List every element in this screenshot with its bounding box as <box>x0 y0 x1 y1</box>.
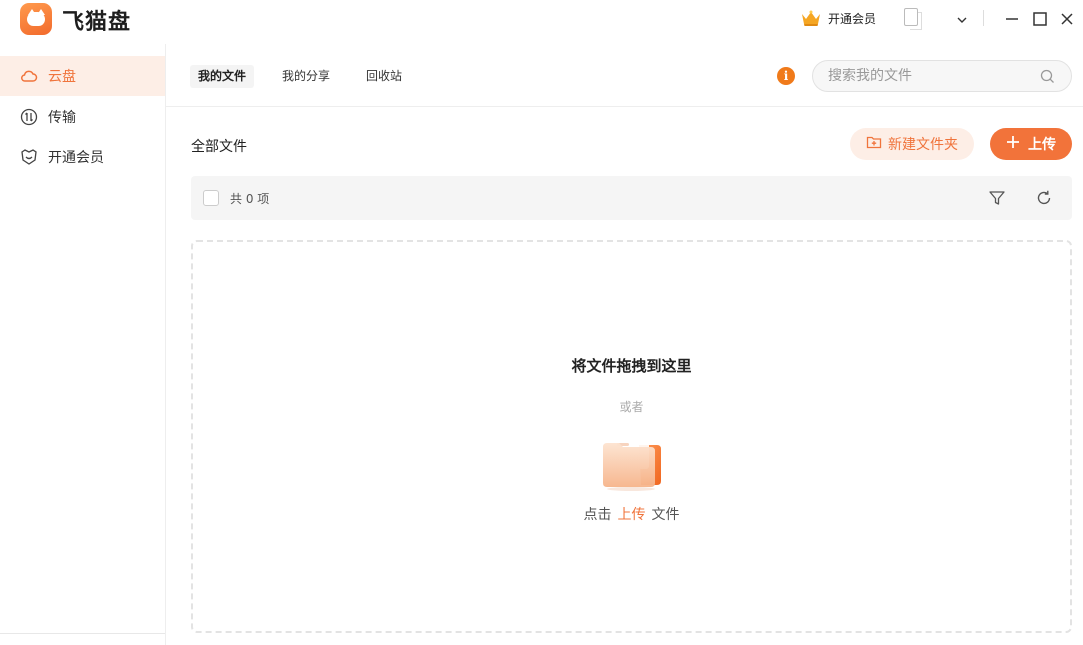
filter-icon[interactable] <box>988 189 1006 211</box>
app-name: 飞猫盘 <box>62 10 132 35</box>
content-topbar: 我的文件 我的分享 回收站 i <box>166 44 1083 107</box>
info-icon[interactable]: i <box>777 67 795 85</box>
maximize-button[interactable] <box>1031 10 1049 28</box>
close-button[interactable] <box>1058 10 1076 28</box>
new-folder-button[interactable]: 新建文件夹 <box>850 128 974 160</box>
drop-zone-prefix: 点击 <box>583 507 612 523</box>
drop-zone-action: 点击 上传 文件 <box>193 504 1070 524</box>
drop-zone-upload-link[interactable]: 上传 <box>618 507 646 523</box>
vip-link-label: 开通会员 <box>828 11 877 26</box>
search-input[interactable] <box>828 68 1028 84</box>
upload-button[interactable]: 上传 <box>990 128 1072 160</box>
list-header: 共 0 项 <box>191 176 1072 220</box>
minimize-button[interactable] <box>1003 10 1021 28</box>
sidebar-item-cloud[interactable]: 云盘 <box>0 56 165 96</box>
drop-zone-suffix: 文件 <box>651 507 680 523</box>
tab-recycle-bin[interactable]: 回收站 <box>358 65 410 88</box>
title-bar: 飞猫盘 开通会员 <box>0 0 1083 44</box>
tab-my-shares[interactable]: 我的分享 <box>274 65 338 88</box>
search-icon[interactable] <box>1040 69 1055 88</box>
refresh-icon[interactable] <box>1035 189 1053 211</box>
sidebar-item-label: 云盘 <box>48 69 76 85</box>
sidebar: 云盘 传输 开通会员 <box>0 44 166 645</box>
sidebar-item-membership[interactable]: 开通会员 <box>0 137 165 177</box>
membership-icon <box>20 148 38 166</box>
cloud-icon <box>20 67 38 85</box>
upload-label: 上传 <box>1028 137 1056 153</box>
plus-icon <box>1006 135 1020 153</box>
select-all-checkbox[interactable] <box>203 190 219 206</box>
titlebar-divider <box>983 10 984 26</box>
folder-plus-icon <box>866 134 882 154</box>
sidebar-item-label: 开通会员 <box>48 150 104 166</box>
new-folder-label: 新建文件夹 <box>888 137 958 153</box>
sidebar-item-transfer[interactable]: 传输 <box>0 97 165 137</box>
item-count: 共 0 项 <box>230 192 270 206</box>
crown-icon <box>800 9 822 27</box>
transfer-icon <box>20 108 38 126</box>
drop-zone-or: 或者 <box>619 400 644 414</box>
drop-zone-title: 将文件拖拽到这里 <box>571 357 692 375</box>
drop-zone[interactable]: 将文件拖拽到这里 或者 点击 上传 文件 <box>191 240 1072 633</box>
app-logo-icon <box>20 3 52 35</box>
folder-icon <box>601 435 665 491</box>
search-box[interactable] <box>812 60 1072 92</box>
tab-my-files[interactable]: 我的文件 <box>190 65 255 88</box>
sidebar-divider <box>0 633 165 634</box>
chevron-down-icon[interactable] <box>955 12 969 31</box>
sidebar-item-label: 传输 <box>48 110 76 126</box>
page-title: 全部文件 <box>191 139 247 155</box>
vip-link[interactable]: 开通会员 <box>800 9 876 27</box>
user-avatar[interactable] <box>900 6 930 32</box>
